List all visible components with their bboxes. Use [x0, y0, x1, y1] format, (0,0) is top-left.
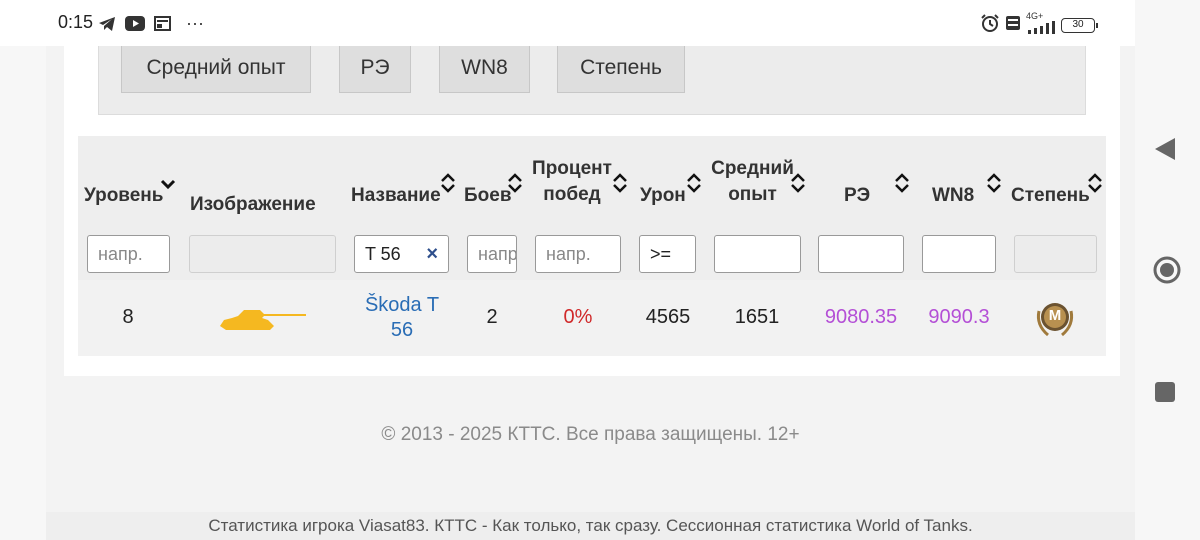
- stats-card: Средний опыт РЭ WN8 Степень Уровень Изоб…: [64, 46, 1120, 376]
- signal-icon: [1026, 21, 1056, 39]
- table-row: 8 Škoda T 56 2 0% 4565 1651 9080.35 9090…: [78, 280, 1106, 356]
- level-cell: 8: [122, 306, 134, 328]
- col-header-damage[interactable]: Урон: [640, 183, 686, 209]
- wn8-sort-button[interactable]: WN8: [439, 46, 530, 93]
- status-bar: 0:15 ··· 4G+ 30: [0, 0, 1135, 46]
- volte-icon: [1005, 15, 1021, 36]
- page: Средний опыт РЭ WN8 Степень Уровень Изоб…: [46, 46, 1135, 540]
- status-time: 0:15: [58, 12, 94, 32]
- col-header-grade[interactable]: Степень: [1011, 183, 1090, 209]
- vehicle-name-line1: Škoda T: [364, 294, 440, 316]
- winrate-header-line2: побед: [543, 184, 601, 205]
- back-nav-icon[interactable]: [1153, 136, 1177, 162]
- recents-nav-icon[interactable]: [1153, 380, 1177, 404]
- system-nav-bar: [1135, 0, 1200, 540]
- avg-exp-header-line1: Средний: [711, 158, 794, 179]
- col-header-avg-exp[interactable]: Средний опыт: [710, 156, 795, 208]
- battles-filter-input[interactable]: напр.: [467, 235, 517, 273]
- avg-exp-filter-input[interactable]: [714, 235, 801, 273]
- col-header-battles[interactable]: Боев: [464, 183, 512, 209]
- sort-icon[interactable]: [790, 173, 806, 193]
- copyright-footer: © 2013 - 2025 КТТС. Все права защищены. …: [381, 424, 800, 445]
- youtube-icon: [125, 16, 145, 31]
- page-description: Статистика игрока Viasat83. КТТС - Как т…: [46, 512, 1135, 540]
- more-icon: ···: [186, 13, 204, 33]
- tank-icon[interactable]: [218, 306, 308, 338]
- vehicle-name-link[interactable]: Škoda T 56: [356, 293, 448, 343]
- sort-icon[interactable]: [686, 173, 702, 193]
- name-filter-input[interactable]: T 56 ×: [354, 235, 449, 273]
- telegram-icon: [98, 16, 116, 32]
- vehicle-name-line2: 56: [390, 319, 414, 341]
- clear-icon[interactable]: ×: [426, 236, 438, 272]
- col-header-re[interactable]: РЭ: [844, 183, 870, 209]
- re-cell: 9080.35: [824, 306, 898, 328]
- wn8-cell: 9090.3: [928, 306, 990, 328]
- winrate-filter-input[interactable]: напр.: [535, 235, 621, 273]
- winrate-cell: 0%: [563, 306, 593, 328]
- col-header-winrate[interactable]: Процент побед: [530, 156, 614, 208]
- re-filter-input[interactable]: [818, 235, 904, 273]
- vehicle-table: Уровень Изображение Название Боев Процен…: [78, 136, 1106, 356]
- sort-icon[interactable]: [440, 173, 456, 193]
- mastery-badge-letter: M: [1048, 307, 1062, 324]
- sort-icon[interactable]: [894, 173, 910, 193]
- wn8-filter-input[interactable]: [922, 235, 996, 273]
- sort-icon[interactable]: [507, 173, 523, 193]
- network-label: 4G+: [1026, 11, 1044, 21]
- image-filter-disabled: [189, 235, 336, 273]
- col-header-name[interactable]: Название: [351, 183, 441, 209]
- grade-sort-button[interactable]: Степень: [557, 46, 685, 93]
- damage-filter-input[interactable]: >=: [639, 235, 696, 273]
- level-filter-input[interactable]: напр.: [87, 235, 170, 273]
- sort-icon[interactable]: [1087, 173, 1103, 193]
- sort-icon[interactable]: [612, 173, 628, 193]
- col-header-level[interactable]: Уровень: [84, 183, 163, 209]
- winrate-header-line1: Процент: [532, 158, 612, 179]
- avg-exp-cell: 1651: [734, 306, 780, 328]
- re-sort-button[interactable]: РЭ: [339, 46, 411, 93]
- avg-exp-header-line2: опыт: [728, 184, 777, 205]
- news-icon: [154, 16, 171, 31]
- name-filter-value: T 56: [365, 244, 401, 264]
- sort-desc-icon[interactable]: [160, 176, 176, 196]
- battery-icon: 30: [1061, 18, 1098, 33]
- alarm-icon: [980, 13, 1000, 38]
- mastery-badge-icon: M: [1034, 299, 1076, 339]
- battles-cell: 2: [486, 306, 498, 328]
- col-header-wn8[interactable]: WN8: [932, 183, 974, 209]
- sort-button-panel: Средний опыт РЭ WN8 Степень: [98, 46, 1086, 115]
- home-nav-icon[interactable]: [1153, 256, 1181, 284]
- damage-cell: 4565: [645, 306, 691, 328]
- avg-exp-sort-button[interactable]: Средний опыт: [121, 46, 311, 93]
- col-header-image: Изображение: [190, 194, 316, 215]
- sort-icon[interactable]: [986, 173, 1002, 193]
- grade-filter-disabled: [1014, 235, 1097, 273]
